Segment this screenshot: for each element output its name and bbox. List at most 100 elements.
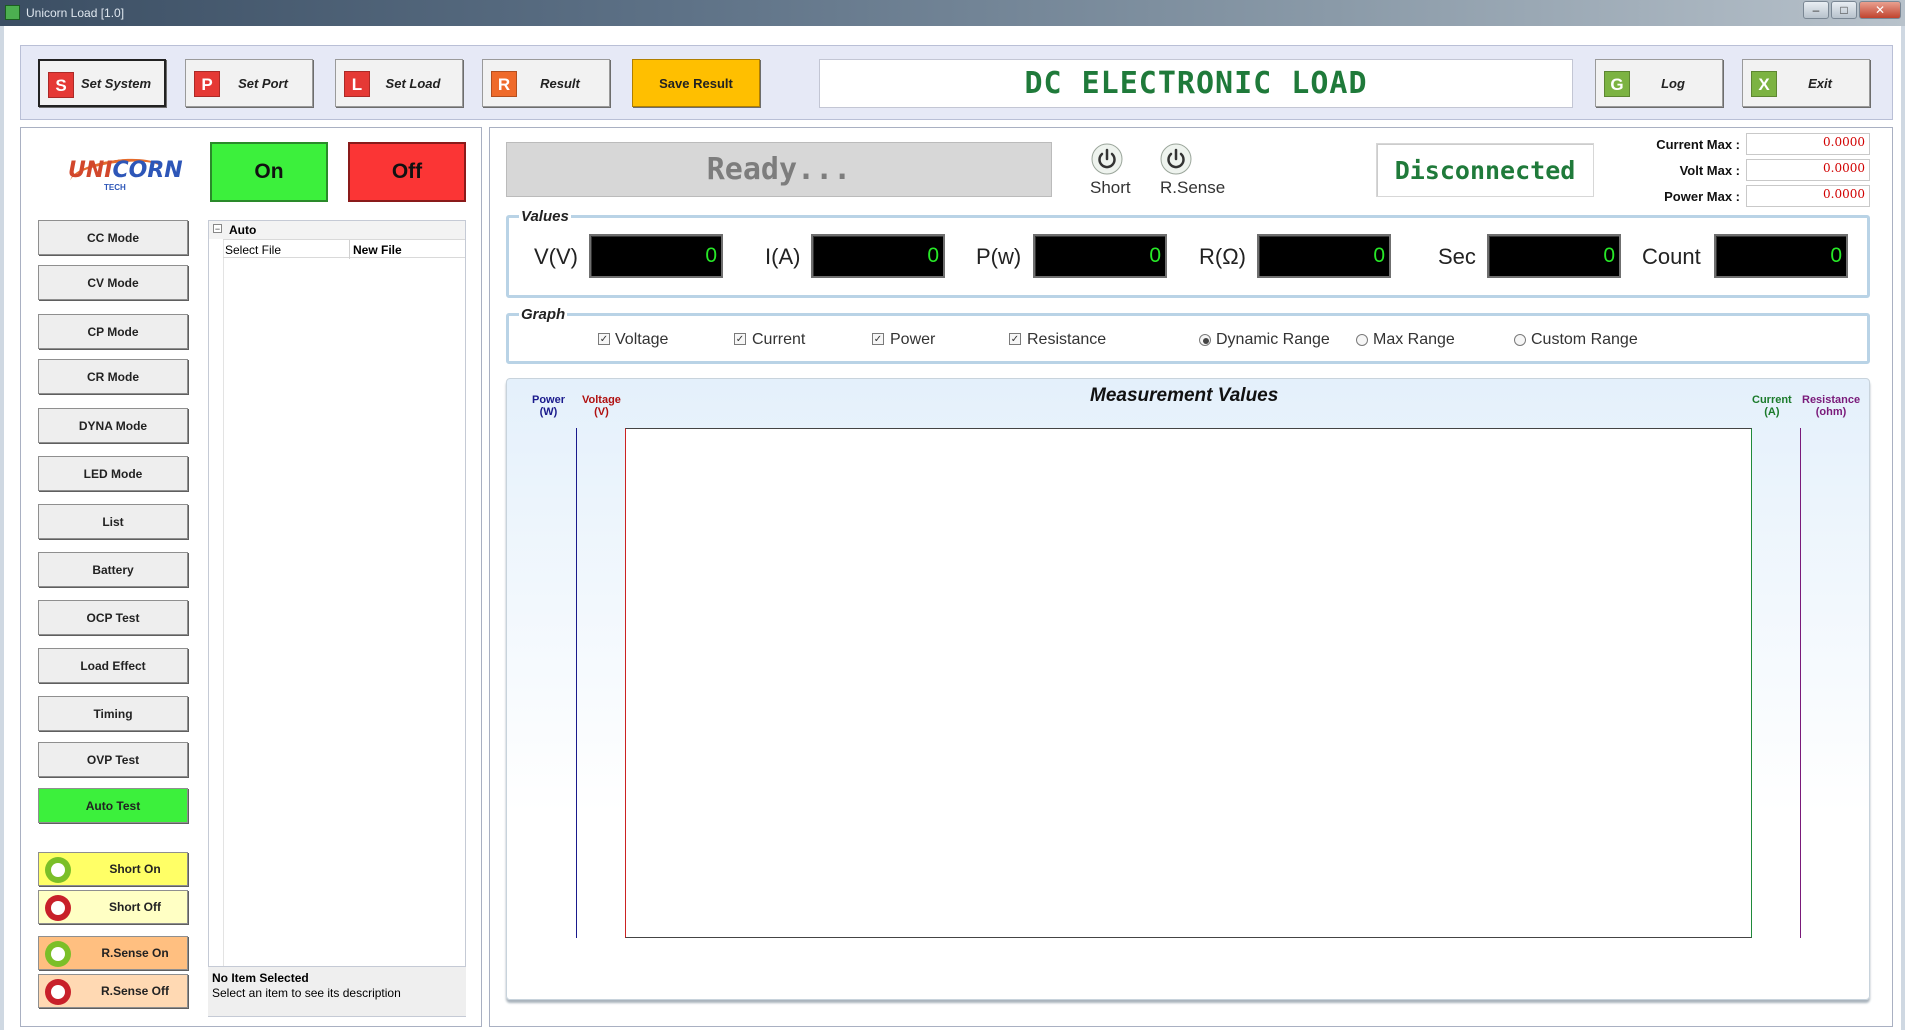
short-off-label: Short Off (109, 900, 161, 914)
save-result-button[interactable]: Save Result (632, 59, 760, 107)
power-checkbox[interactable]: ✓ (872, 333, 884, 345)
off-button[interactable]: Off (348, 142, 466, 202)
short-label: Short (1090, 178, 1131, 197)
timing-button[interactable]: Timing (38, 696, 188, 731)
voltage-value-label: V(V) (534, 244, 578, 269)
current-axis-label: Current (A) (1752, 394, 1792, 418)
power-max-field[interactable]: 0.0000 (1746, 185, 1870, 207)
resistance-axis-unit: (ohm) (1815, 406, 1847, 418)
current-value-label: I(A) (765, 244, 801, 269)
resistance-axis-name: Resistance (1802, 394, 1861, 406)
resistance-value-display: 0 (1257, 234, 1391, 278)
current-max-field[interactable]: 0.0000 (1746, 133, 1870, 155)
logo-subtitle: TECH (104, 183, 126, 192)
resistance-value-label: R(Ω) (1199, 244, 1246, 269)
dyna-mode-button[interactable]: DYNA Mode (38, 408, 188, 443)
custom-range-radio[interactable] (1514, 334, 1526, 346)
set-port-button[interactable]: P Set Port (185, 59, 313, 107)
max-range-label: Max Range (1373, 331, 1455, 348)
rsense-on-button[interactable]: R.Sense On (38, 936, 188, 970)
tree-column-divider (349, 240, 350, 259)
cp-mode-button[interactable]: CP Mode (38, 314, 188, 349)
window-titlebar: Unicorn Load [1.0] – □ ✕ (0, 0, 1905, 26)
current-checkbox[interactable]: ✓ (734, 333, 746, 345)
app-title: DC ELECTRONIC LOAD (819, 59, 1573, 108)
list-button[interactable]: List (38, 504, 188, 539)
description-pane: No Item Selected Select an item to see i… (208, 966, 466, 1016)
short-off-button[interactable]: Short Off (38, 890, 188, 924)
power-axis-unit: (W) (539, 406, 558, 418)
short-on-button[interactable]: Short On (38, 852, 188, 886)
load-effect-button[interactable]: Load Effect (38, 648, 188, 683)
chart-title: Measurement Values (1090, 385, 1279, 406)
description-title: No Item Selected (212, 971, 309, 985)
tree-indent-line (223, 239, 224, 985)
log-label: Log (1661, 75, 1685, 91)
dynamic-range-label: Dynamic Range (1216, 331, 1330, 348)
ovp-test-button[interactable]: OVP Test (38, 742, 188, 777)
short-off-indicator-icon (45, 895, 71, 921)
power-value-label: P(w) (976, 244, 1022, 269)
tree-row-value[interactable]: New File (353, 243, 402, 257)
tree-root-label[interactable]: Auto (229, 223, 256, 237)
voltage-axis-name: Voltage (582, 394, 621, 406)
ocp-test-button[interactable]: OCP Test (38, 600, 188, 635)
count-value-display: 0 (1714, 234, 1848, 278)
rsense-off-indicator-icon (45, 979, 71, 1005)
exit-label: Exit (1808, 75, 1832, 91)
set-load-button[interactable]: L Set Load (335, 59, 463, 107)
maximize-icon[interactable]: □ (1831, 1, 1857, 19)
set-system-button[interactable]: S Set System (38, 59, 166, 107)
auto-test-button[interactable]: Auto Test (38, 788, 188, 823)
auto-test-tree[interactable]: − Auto Select File New File (208, 220, 466, 1017)
resistance-axis-line (1800, 428, 1801, 938)
rsense-off-button[interactable]: R.Sense Off (38, 974, 188, 1008)
power-checkbox-label: Power (890, 331, 936, 348)
volt-max-field[interactable]: 0.0000 (1746, 159, 1870, 181)
exit-button[interactable]: X Exit (1742, 59, 1870, 107)
plot-area[interactable] (625, 428, 1752, 938)
log-button[interactable]: G Log (1595, 59, 1723, 107)
resistance-axis-label: Resistance (ohm) (1802, 394, 1860, 418)
current-axis-name: Current (1752, 394, 1792, 406)
power-value-display: 0 (1033, 234, 1167, 278)
result-label: Result (540, 75, 580, 91)
rsense-power-icon[interactable] (1160, 143, 1192, 175)
power-axis-line (576, 428, 577, 938)
voltage-value-display: 0 (589, 234, 723, 278)
custom-range-label: Custom Range (1531, 331, 1638, 348)
dynamic-range-radio[interactable] (1199, 334, 1211, 346)
cc-mode-button[interactable]: CC Mode (38, 220, 188, 255)
sec-value-display: 0 (1487, 234, 1621, 278)
voltage-axis-label: Voltage (V) (582, 394, 621, 418)
graph-group: Graph (506, 306, 1870, 364)
collapse-icon[interactable]: − (213, 224, 222, 234)
window-title: Unicorn Load [1.0] (26, 6, 125, 20)
result-button[interactable]: R Result (482, 59, 610, 107)
rsense-on-indicator-icon (45, 941, 71, 967)
battery-button[interactable]: Battery (38, 552, 188, 587)
on-button[interactable]: On (210, 142, 328, 202)
minimize-icon[interactable]: – (1803, 1, 1829, 19)
current-axis-unit: (A) (1764, 406, 1780, 418)
led-mode-button[interactable]: LED Mode (38, 456, 188, 491)
graph-legend: Graph (521, 306, 566, 323)
close-icon[interactable]: ✕ (1859, 1, 1901, 19)
power-axis-label: Power (W) (532, 394, 565, 418)
volt-max-label: Volt Max : (1679, 163, 1740, 178)
short-power-icon[interactable] (1091, 143, 1123, 175)
rsense-on-label: R.Sense On (101, 946, 169, 960)
short-on-indicator-icon (45, 857, 71, 883)
current-max-label: Current Max : (1656, 137, 1740, 152)
ready-status: Ready... (506, 142, 1052, 197)
cr-mode-button[interactable]: CR Mode (38, 359, 188, 394)
resistance-checkbox[interactable]: ✓ (1009, 333, 1021, 345)
voltage-checkbox[interactable]: ✓ (598, 333, 610, 345)
save-result-label: Save Result (659, 75, 733, 91)
count-value-label: Count (1642, 244, 1701, 269)
cv-mode-button[interactable]: CV Mode (38, 265, 188, 300)
values-legend: Values (521, 208, 569, 225)
power-max-label: Power Max : (1664, 189, 1740, 204)
tree-row-select-file[interactable]: Select File New File (223, 239, 465, 259)
max-range-radio[interactable] (1356, 334, 1368, 346)
